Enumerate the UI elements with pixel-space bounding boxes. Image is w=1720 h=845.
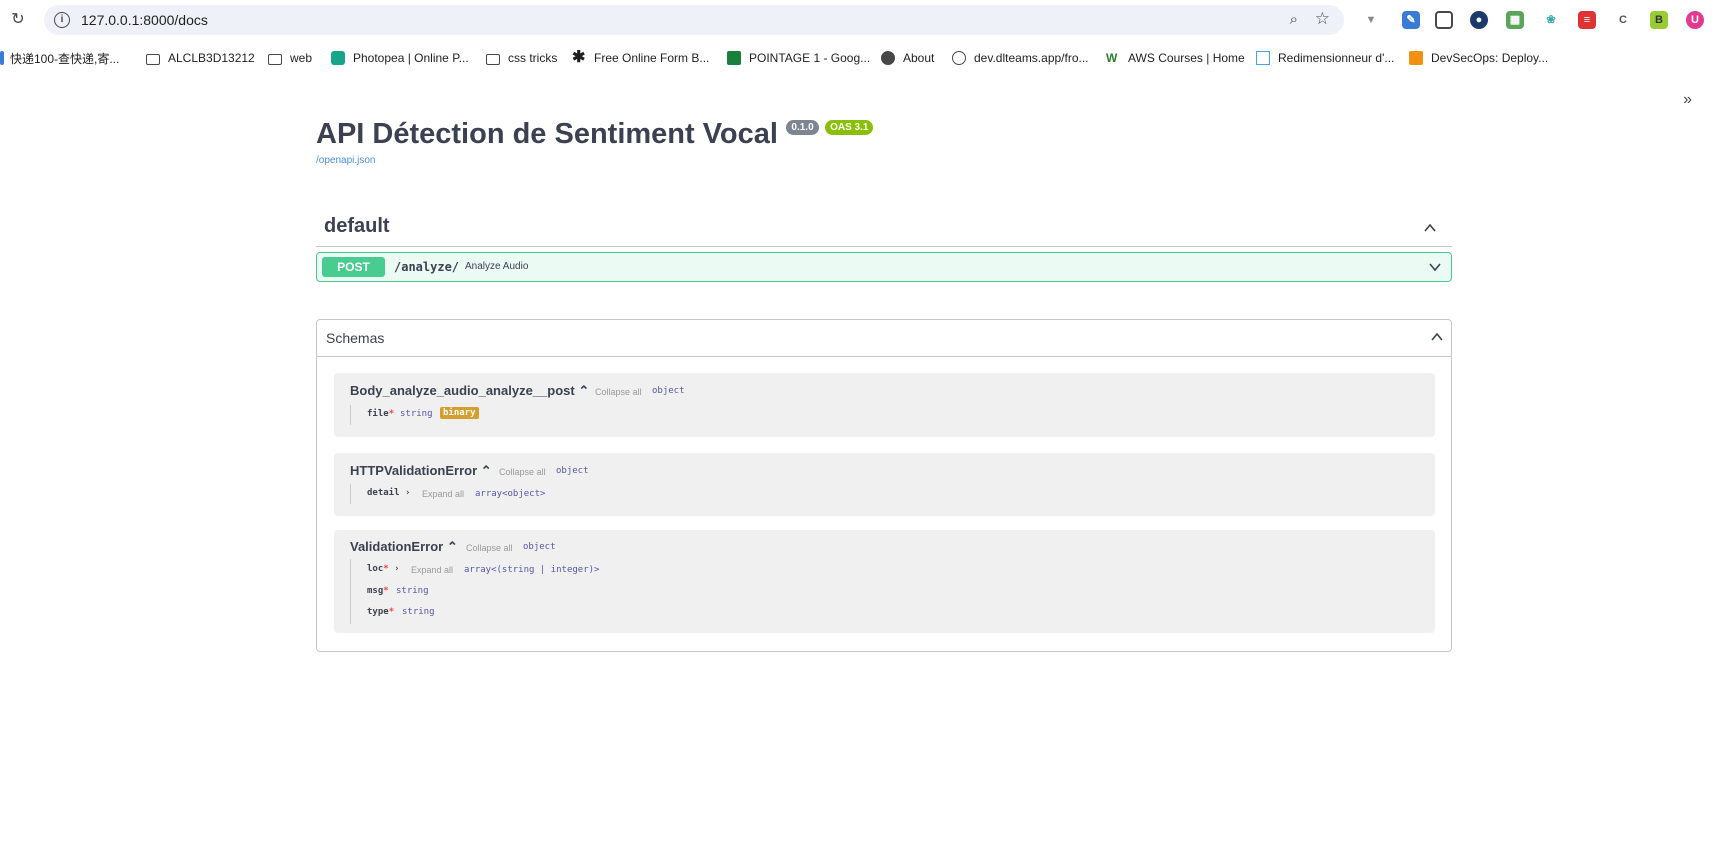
property-rule (350, 484, 351, 504)
bookmark-folder[interactable]: ALCLB3D13212 (146, 49, 255, 67)
oas-badge: OAS 3.1 (825, 120, 874, 135)
model-name[interactable]: HTTPValidationError ⌃ (350, 463, 492, 479)
property-type: array<(string | integer)> (464, 565, 600, 575)
model-name[interactable]: ValidationError ⌃ (350, 539, 458, 555)
property-type: array<object> (475, 489, 546, 499)
required-marker: * (388, 607, 395, 617)
bookmark-item[interactable]: W AWS Courses | Home (1106, 49, 1245, 67)
url-text[interactable]: 127.0.0.1:8000/docs (81, 12, 208, 28)
model-type: object (556, 466, 589, 476)
address-bar[interactable]: i 127.0.0.1:8000/docs ⌕ ☆ (44, 5, 1344, 35)
chevron-up-icon[interactable]: ⌃ (481, 463, 492, 478)
property-rule (350, 559, 351, 624)
required-marker: * (383, 564, 389, 574)
property-rule (350, 405, 351, 425)
extension-u-icon[interactable]: U (1686, 11, 1704, 29)
expand-all-button[interactable]: Expand all (422, 489, 464, 499)
bookmark-item[interactable]: ✱ Free Online Form B... (572, 49, 709, 67)
chevron-up-icon[interactable]: ⌃ (447, 539, 458, 554)
operation-path: /analyze/ (394, 260, 460, 274)
extension-v-icon[interactable]: ▼ (1362, 11, 1380, 29)
chevron-right-icon[interactable]: › (394, 564, 399, 574)
screenshot-icon[interactable] (1435, 11, 1453, 29)
property-name: file* (367, 409, 395, 419)
schemas-header[interactable]: Schemas (317, 320, 1451, 357)
bookmark-item[interactable]: About (881, 49, 934, 67)
globe-icon (952, 51, 966, 65)
bookmark-item[interactable]: POINTAGE 1 - Goog... (727, 49, 870, 67)
required-marker: * (383, 586, 389, 596)
bookmark-star-icon[interactable]: ☆ (1315, 9, 1330, 29)
property-type: string (402, 607, 435, 617)
w-icon: W (1106, 51, 1118, 65)
bookmarks-bar: 快递100-查快递,寄... ALCLB3D13212 web Photopea… (0, 44, 1720, 108)
bookmark-item[interactable]: DevSecOps: Deploy... (1409, 49, 1548, 67)
property-type: string (400, 409, 433, 419)
resize-icon (1256, 51, 1270, 65)
collapse-all-button[interactable]: Collapse all (466, 543, 513, 553)
schema-model: HTTPValidationError ⌃ Collapse all objec… (334, 453, 1435, 516)
chevron-up-icon[interactable] (1430, 330, 1444, 344)
schema-model: Body_analyze_audio_analyze__post ⌃ Colla… (334, 373, 1435, 437)
chevron-up-icon[interactable]: ⌃ (578, 383, 589, 398)
reload-icon[interactable]: ↻ (8, 10, 28, 30)
bookmark-folder[interactable]: web (268, 49, 312, 67)
photopea-icon (331, 51, 345, 65)
schemas-section: Schemas Body_analyze_audio_analyze__post… (316, 319, 1452, 652)
property-name[interactable]: detail › (367, 488, 410, 498)
model-type: object (652, 386, 685, 396)
page-title: API Détection de Sentiment Vocal (316, 118, 778, 150)
extension-b-icon[interactable]: B (1650, 11, 1668, 29)
property-type: string (396, 586, 429, 596)
format-badge: binary (440, 407, 479, 419)
collapse-all-button[interactable]: Collapse all (499, 467, 546, 477)
bookmark-item[interactable]: dev.dlteams.app/fro... (952, 49, 1089, 67)
asterisk-icon: ✱ (572, 49, 586, 66)
extension-ai-icon[interactable]: ❀ (1542, 11, 1560, 29)
zoom-icon[interactable]: ⌕ (1290, 11, 1298, 28)
bookmark-item[interactable]: 快递100-查快递,寄... (0, 49, 119, 67)
bookmark-folder[interactable]: css tricks (486, 49, 557, 67)
operation-post-analyze[interactable]: POST /analyze/ Analyze Audio (316, 252, 1452, 282)
property-name[interactable]: loc* › (367, 564, 400, 574)
openapi-link[interactable]: /openapi.json (316, 155, 376, 166)
aws-icon (1409, 51, 1423, 65)
schemas-title: Schemas (326, 330, 385, 346)
folder-icon (486, 53, 500, 65)
method-badge: POST (322, 257, 385, 277)
property-name: type* (367, 607, 395, 617)
sheets-icon (727, 51, 741, 65)
api-info: API Détection de Sentiment Vocal 0.1.0 O… (316, 118, 874, 151)
expand-all-button[interactable]: Expand all (411, 565, 453, 575)
chevron-right-icon[interactable]: › (405, 488, 410, 498)
chevron-down-icon[interactable] (1428, 260, 1442, 274)
folder-icon (146, 53, 160, 65)
extension-circle-icon[interactable]: ● (1470, 11, 1488, 29)
bookmark-item[interactable]: Redimensionneur d'... (1256, 49, 1394, 67)
operation-summary: Analyze Audio (465, 261, 529, 272)
model-type: object (523, 542, 556, 552)
extension-game-icon[interactable]: ▦ (1506, 11, 1524, 29)
extension-stack-icon[interactable]: ≡ (1578, 11, 1596, 29)
extension-c-icon[interactable]: C (1614, 11, 1632, 29)
tag-section-header[interactable]: default (316, 210, 1452, 247)
globe-icon (881, 51, 895, 65)
model-name[interactable]: Body_analyze_audio_analyze__post ⌃ (350, 383, 589, 399)
required-marker: * (388, 409, 395, 419)
extension-pen-icon[interactable]: ✎ (1402, 11, 1420, 29)
property-name: msg* (367, 586, 389, 596)
collapse-all-button[interactable]: Collapse all (595, 387, 642, 397)
version-badge: 0.1.0 (786, 120, 819, 135)
bookmark-favicon-icon (0, 51, 4, 65)
bookmark-item[interactable]: Photopea | Online P... (331, 49, 469, 67)
tag-name: default (324, 215, 390, 237)
chevron-up-icon[interactable] (1423, 221, 1437, 235)
folder-icon (268, 53, 282, 65)
browser-toolbar: ↻ i 127.0.0.1:8000/docs ⌕ ☆ ▼ ✎ ● ▦ ❀ ≡ … (0, 0, 1720, 40)
schema-model: ValidationError ⌃ Collapse all object lo… (334, 530, 1435, 633)
bookmarks-more-icon[interactable]: » (1683, 91, 1692, 109)
site-info-icon[interactable]: i (54, 12, 70, 28)
